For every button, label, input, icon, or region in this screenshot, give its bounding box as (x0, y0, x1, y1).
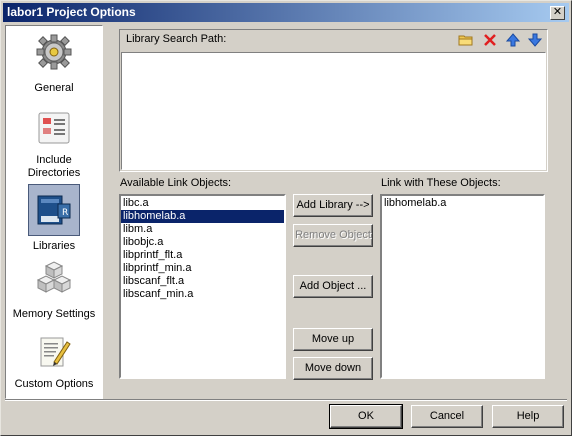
sidebar-item-memory-settings[interactable]: Memory Settings (7, 258, 101, 328)
project-options-window: labor1 Project Options ✕ General Include… (0, 0, 572, 436)
search-path-label: Library Search Path: (126, 33, 227, 45)
title-bar: labor1 Project Options ✕ (3, 3, 569, 22)
available-list-item[interactable]: libobjc.a (121, 236, 284, 249)
available-list-item[interactable]: libprintf_min.a (121, 262, 284, 275)
add-object-button[interactable]: Add Object ... (293, 275, 373, 298)
sidebar-item-label: General (34, 82, 74, 94)
gear-icon (36, 34, 72, 70)
sidebar-item-include-directories[interactable]: Include Directories (7, 110, 101, 180)
sidebar-item-label: Memory Settings (12, 308, 96, 320)
linked-objects-list[interactable]: libhomelab.a (380, 194, 545, 379)
search-path-list[interactable] (121, 52, 546, 170)
sidebar-item-label: Custom Options (14, 378, 94, 390)
available-list-item[interactable]: libprintf_flt.a (121, 249, 284, 262)
memory-blocks-icon (36, 261, 72, 293)
folder-icon[interactable] (458, 32, 474, 48)
available-list-item[interactable]: libc.a (121, 197, 284, 210)
remove-object-button[interactable]: Remove Object (293, 224, 373, 247)
search-path-header: Library Search Path: (120, 30, 547, 50)
linked-list-item[interactable]: libhomelab.a (382, 197, 543, 210)
arrow-up-icon[interactable] (505, 32, 521, 48)
linked-objects-label: Link with These Objects: (381, 177, 501, 189)
available-list-item[interactable]: libscanf_min.a (121, 288, 284, 301)
sidebar-item-label: Include Directories (27, 154, 81, 179)
footer-separator (5, 399, 567, 401)
cancel-button[interactable]: Cancel (411, 405, 483, 428)
custom-options-icon (40, 337, 71, 367)
available-list-item[interactable]: libhomelab.a (121, 210, 284, 223)
ok-button[interactable]: OK (329, 404, 403, 429)
available-list-item[interactable]: libscanf_flt.a (121, 275, 284, 288)
close-button[interactable]: ✕ (550, 6, 565, 20)
window-title: labor1 Project Options (7, 5, 136, 19)
sidebar-item-custom-options[interactable]: Custom Options (7, 332, 101, 396)
available-objects-list[interactable]: libc.a libhomelab.a libm.a libobjc.a libprin… (119, 194, 286, 379)
directories-icon (38, 112, 70, 144)
libraries-icon: R (37, 195, 71, 225)
arrow-down-icon[interactable] (527, 32, 543, 48)
library-search-path-group: Library Search Path: (119, 29, 548, 172)
help-button[interactable]: Help (492, 405, 564, 428)
svg-text:R: R (62, 208, 68, 218)
move-down-button[interactable]: Move down (293, 357, 373, 380)
category-sidebar: General Include Directories R Libraries … (5, 25, 103, 399)
close-icon: ✕ (552, 6, 563, 18)
available-list-item[interactable]: libm.a (121, 223, 284, 236)
sidebar-item-label: Libraries (32, 240, 76, 252)
move-up-button[interactable]: Move up (293, 328, 373, 351)
available-objects-label: Available Link Objects: (120, 177, 232, 189)
sidebar-item-libraries[interactable]: R Libraries (7, 184, 101, 254)
add-library-button[interactable]: Add Library --> (293, 194, 373, 217)
delete-icon[interactable] (482, 32, 498, 48)
sidebar-item-general[interactable]: General (7, 32, 101, 100)
